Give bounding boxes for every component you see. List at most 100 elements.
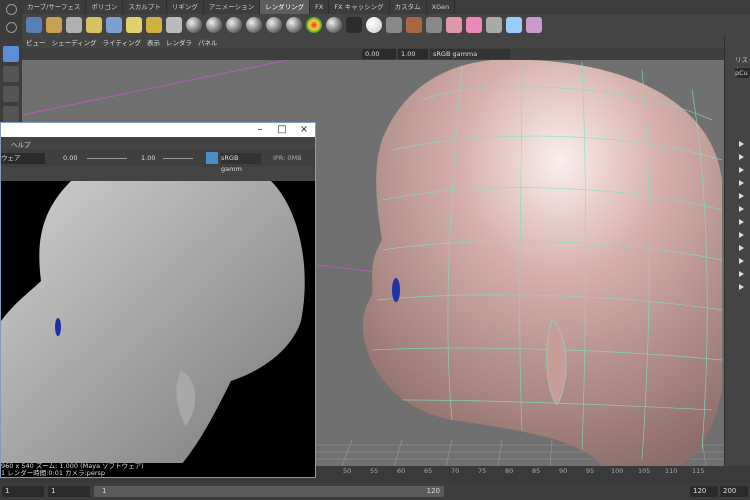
minimize-icon[interactable]: – xyxy=(249,123,271,137)
tab-sculpting[interactable]: スカルプト xyxy=(123,0,167,14)
tab-polygons[interactable]: ポリゴン xyxy=(86,0,124,14)
tab-custom[interactable]: カスタム xyxy=(390,0,427,14)
menu-help[interactable]: ヘルプ xyxy=(11,139,31,149)
render-settings-icon[interactable] xyxy=(466,17,482,33)
start-time-field[interactable]: 1 xyxy=(2,486,44,497)
expand-arrow-icon[interactable] xyxy=(739,167,744,173)
spot-light-icon[interactable] xyxy=(86,17,102,33)
menu-view[interactable]: ビュー xyxy=(26,37,46,47)
tick-label: 115 xyxy=(692,467,705,475)
shadow-icon[interactable] xyxy=(506,17,522,33)
render-info: 960 x 540 ズーム: 1.000 (Maya ソフトウェア) 1 レンダ… xyxy=(1,463,315,477)
ramp-sphere-icon[interactable] xyxy=(306,17,322,33)
expand-arrow-icon[interactable] xyxy=(739,219,744,225)
select-tool-icon[interactable] xyxy=(3,46,19,62)
surface-shader-sphere-icon[interactable] xyxy=(266,17,282,33)
tick-label: 55 xyxy=(370,467,379,475)
render-view-window: – □ × ヘルプ ウェア 0.00 1.00 sRGB gamm IPR: 0… xyxy=(0,122,316,478)
render-image-svg xyxy=(1,181,305,465)
lasso-tool-icon[interactable] xyxy=(3,66,19,82)
shelf-options-icon[interactable] xyxy=(6,4,17,15)
move-tool-icon[interactable] xyxy=(3,106,19,122)
gamma-field[interactable]: 1.00 xyxy=(398,49,428,59)
shelf-gear-icon[interactable] xyxy=(6,22,17,33)
max-time-field[interactable]: 200 xyxy=(720,486,748,497)
panel-toolbar: 0.00 1.00 sRGB gamma xyxy=(22,48,724,60)
phonge-sphere-icon[interactable] xyxy=(246,17,262,33)
material-icon[interactable] xyxy=(166,17,182,33)
shelf-tab-bar: カーブ/サーフェス ポリゴン スカルプト リギング アニメーション レンダリング… xyxy=(22,0,750,14)
layered-shader-icon[interactable] xyxy=(326,17,342,33)
render-view-icon[interactable] xyxy=(426,17,442,33)
shader-ball-white-icon[interactable] xyxy=(366,17,382,33)
renderer-dropdown[interactable]: ウェア xyxy=(1,153,45,164)
expand-arrow-icon[interactable] xyxy=(739,206,744,212)
tab-xgen[interactable]: XGen xyxy=(427,0,456,14)
range-slider-start: 1 xyxy=(102,487,107,495)
tick-label: 90 xyxy=(559,467,568,475)
expand-arrow-icon[interactable] xyxy=(739,141,744,147)
color-management-icon[interactable] xyxy=(206,152,218,164)
tick-label: 60 xyxy=(397,467,406,475)
render-current-frame-icon[interactable] xyxy=(386,17,402,33)
tick-label: 65 xyxy=(424,467,433,475)
tab-curves-surfaces[interactable]: カーブ/サーフェス xyxy=(22,0,87,14)
expand-arrow-icon[interactable] xyxy=(739,245,744,251)
hypershade-icon[interactable] xyxy=(446,17,462,33)
menu-lighting[interactable]: ライティング xyxy=(103,37,141,47)
channel-box-panel: リスト pCu xyxy=(724,36,750,466)
tab-fx-caching[interactable]: FX キャッシング xyxy=(329,0,390,14)
tab-animation[interactable]: アニメーション xyxy=(204,0,261,14)
ipr-render-icon[interactable] xyxy=(406,17,422,33)
batch-render-icon[interactable] xyxy=(486,17,502,33)
tab-rigging[interactable]: リギング xyxy=(167,0,204,14)
menu-shading[interactable]: シェーディング xyxy=(52,37,97,47)
eye xyxy=(392,278,400,302)
render-info-line2: 1 レンダー時間:0:01 カメラ:persp xyxy=(1,469,106,477)
range-slider[interactable]: 1 120 xyxy=(94,486,444,497)
anisotropic-sphere-icon[interactable] xyxy=(286,17,302,33)
range-slider-end: 120 xyxy=(426,487,440,495)
tick-label: 75 xyxy=(478,467,487,475)
color-space-dropdown[interactable]: sRGB gamma xyxy=(430,49,510,59)
render-view-titlebar: – □ × xyxy=(1,123,315,137)
ambient-light-icon[interactable] xyxy=(146,17,162,33)
tab-fx[interactable]: FX xyxy=(310,0,330,14)
maximize-icon[interactable]: □ xyxy=(271,123,293,137)
tick-label: 80 xyxy=(505,467,514,475)
phong-sphere-icon[interactable] xyxy=(226,17,242,33)
shader-ball-black-icon[interactable] xyxy=(346,17,362,33)
area-light-icon[interactable] xyxy=(106,17,122,33)
lambert-sphere-icon[interactable] xyxy=(186,17,202,33)
gamma-slider[interactable] xyxy=(163,158,193,159)
expand-arrow-icon[interactable] xyxy=(739,284,744,290)
camera-line xyxy=(22,60,290,116)
rv-color-space-dropdown[interactable]: sRGB gamm xyxy=(221,153,261,173)
expand-arrow-icon[interactable] xyxy=(739,258,744,264)
point-light-icon[interactable] xyxy=(66,17,82,33)
expand-arrow-icon[interactable] xyxy=(739,271,744,277)
expand-arrow-icon[interactable] xyxy=(739,154,744,160)
expand-arrow-icon[interactable] xyxy=(739,193,744,199)
exposure-field[interactable]: 0.00 xyxy=(362,49,396,59)
blinn-sphere-icon[interactable] xyxy=(206,17,222,33)
expand-arrow-icon[interactable] xyxy=(739,232,744,238)
volume-light-icon[interactable] xyxy=(126,17,142,33)
target-icon[interactable] xyxy=(526,17,542,33)
menu-show[interactable]: 表示 xyxy=(147,37,160,47)
ipr-memory-label: IPR: 0MB xyxy=(273,154,302,162)
exposure-slider[interactable] xyxy=(87,158,127,159)
current-start-field[interactable]: 1 xyxy=(48,486,90,497)
close-icon[interactable]: × xyxy=(293,123,315,137)
camera-icon[interactable] xyxy=(26,17,42,33)
light-icon[interactable] xyxy=(46,17,62,33)
expand-arrow-icon[interactable] xyxy=(739,180,744,186)
rv-exposure-field[interactable]: 0.00 xyxy=(63,153,85,164)
paint-select-icon[interactable] xyxy=(3,86,19,102)
tab-rendering[interactable]: レンダリング xyxy=(260,0,311,14)
menu-renderer[interactable]: レンダラ xyxy=(166,37,192,47)
end-time-field[interactable]: 120 xyxy=(690,486,718,497)
menu-panels[interactable]: パネル xyxy=(198,37,218,47)
object-name-field[interactable]: pCu xyxy=(735,68,750,78)
rendered-head xyxy=(1,181,305,465)
